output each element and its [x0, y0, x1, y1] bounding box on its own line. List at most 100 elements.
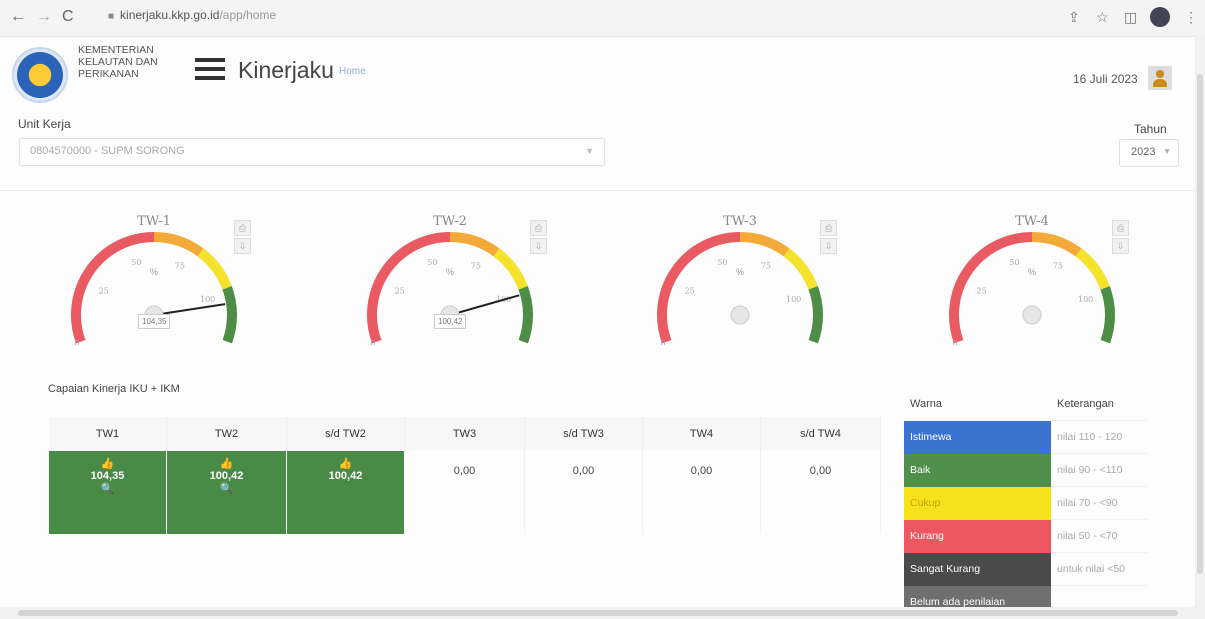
gauge-tick-label: 75	[761, 261, 771, 270]
capaian-header: s/d TW4	[760, 417, 881, 451]
legend-swatch: Cukup	[904, 486, 1051, 520]
gauge-band	[1075, 248, 1110, 290]
gauge-tick-label: 0	[74, 339, 79, 345]
capaian-value: 104,35	[90, 470, 125, 482]
capaian-cell: 0,00	[642, 451, 761, 534]
capaian-table: TW1 TW2 s/d TW2 TW3 s/d TW3 TW4 s/d TW4 👍 104,3…	[49, 417, 881, 534]
gauge-band	[739, 232, 790, 257]
hamburger-menu-icon[interactable]	[195, 58, 225, 85]
legend-swatch: Baik	[904, 453, 1051, 487]
gauge-band	[783, 248, 818, 290]
gauge-title: TW-4	[1015, 214, 1049, 229]
gauge-tick-label: 25	[977, 287, 987, 296]
print-icon[interactable]: ⎙	[1112, 220, 1129, 236]
capaian-value: 100,42	[328, 470, 363, 482]
capaian-header: TW2	[166, 417, 287, 451]
gauge-title: TW-1	[137, 214, 171, 229]
gauge-band	[493, 248, 528, 290]
gauge-tick-label: 25	[99, 287, 109, 296]
tahun-label: Tahun	[1134, 122, 1167, 136]
url-host: kinerjaku.kkp.go.id	[120, 8, 220, 22]
print-icon[interactable]: ⎙	[820, 220, 837, 236]
download-icon[interactable]: ⇩	[820, 238, 837, 254]
gauge-band	[197, 248, 232, 290]
tahun-select[interactable]: 2023 ▼	[1119, 139, 1179, 167]
profile-icon[interactable]	[1150, 7, 1170, 27]
browser-toolbar: ← → C ■ kinerjaku.kkp.go.id/app/home ⇪ ☆ …	[0, 0, 1205, 37]
reload-icon[interactable]: C	[62, 8, 74, 26]
breadcrumb-home[interactable]: Home	[339, 66, 366, 77]
gauge-tick-label: 75	[175, 261, 185, 270]
thumbs-up-icon: 👍	[100, 458, 115, 470]
sidebar-icon[interactable]: ◫	[1124, 9, 1137, 26]
capaian-cell: 👍 100,42 🔍	[166, 451, 287, 534]
gauge-band	[449, 232, 500, 257]
legend-description: nilai 110 - 120	[1051, 420, 1148, 454]
org-line-1: KEMENTERIAN	[78, 44, 154, 56]
gauge-title: TW-2	[433, 214, 467, 229]
gauge-tick-label: 0	[952, 339, 957, 345]
legend-row: Kurang nilai 50 - <70	[904, 519, 1148, 553]
gauge-band	[1031, 232, 1082, 257]
gauge-tick-label: 100	[786, 295, 801, 304]
gauge-4: 0 25 50 75 100% TW-4 ⎙ ⇩	[932, 210, 1132, 345]
org-line-3: PERIKANAN	[78, 68, 139, 80]
share-icon[interactable]: ⇪	[1068, 9, 1080, 26]
star-icon[interactable]: ☆	[1096, 9, 1109, 26]
forward-icon[interactable]: →	[36, 8, 52, 26]
legend-description: nilai 70 - <90	[1051, 486, 1148, 520]
legend-description: nilai 90 - <110	[1051, 453, 1148, 487]
current-date: 16 Juli 2023	[1073, 72, 1138, 86]
gauge-band	[657, 232, 741, 344]
divider	[0, 190, 1195, 191]
search-icon[interactable]: 🔍	[50, 482, 165, 495]
legend-description: untuk nilai <50	[1051, 552, 1148, 586]
download-icon[interactable]: ⇩	[1112, 238, 1129, 254]
download-icon[interactable]: ⇩	[234, 238, 251, 254]
gauge-band	[153, 232, 204, 257]
legend-swatch: Kurang	[904, 519, 1051, 553]
legend-swatch: Sangat Kurang	[904, 552, 1051, 586]
unit-kerja-label: Unit Kerja	[18, 117, 71, 131]
gauge-band	[1100, 286, 1115, 344]
print-icon[interactable]: ⎙	[530, 220, 547, 236]
capaian-value: 100,42	[209, 470, 244, 482]
vertical-scrollbar[interactable]	[1195, 36, 1205, 619]
search-icon[interactable]: 🔍	[168, 482, 285, 495]
gauge-tick-label: 100	[1078, 295, 1093, 304]
horizontal-scrollbar[interactable]	[0, 607, 1195, 619]
menu-dots-icon[interactable]: ⋮	[1184, 9, 1198, 26]
capaian-value: 0,00	[809, 465, 832, 477]
gauge-tick-label: 50	[717, 258, 727, 267]
address-bar[interactable]: ■ kinerjaku.kkp.go.id/app/home	[108, 8, 276, 22]
capaian-cell: 0,00	[760, 451, 881, 534]
gauge-tick-label: 50	[1009, 258, 1019, 267]
lock-icon: ■	[108, 11, 115, 22]
legend-row: Baik nilai 90 - <110	[904, 453, 1148, 487]
print-icon[interactable]: ⎙	[234, 220, 251, 236]
capaian-cell: 0,00	[404, 451, 525, 534]
gauge-title: TW-3	[723, 214, 757, 229]
gauge-value-label: 104,35	[138, 314, 171, 329]
back-icon[interactable]: ←	[10, 8, 26, 26]
gauge-tick-label: 100	[200, 295, 215, 304]
unit-kerja-select[interactable]: 0804570000 - SUPM SORONG ▼	[19, 138, 605, 166]
thumbs-up-icon: 👍	[219, 458, 234, 470]
gauge-tick-label: 0	[660, 339, 665, 345]
user-icon[interactable]	[1148, 66, 1172, 90]
org-name: KEMENTERIAN KELAUTAN DAN PERIKANAN	[78, 44, 158, 80]
tahun-value: 2023	[1131, 146, 1156, 158]
gauge-tick-label: 75	[471, 261, 481, 270]
capaian-title: Capaian Kinerja IKU + IKM	[48, 383, 180, 395]
download-icon[interactable]: ⇩	[530, 238, 547, 254]
gauge-band	[808, 286, 823, 344]
legend-row: Cukup nilai 70 - <90	[904, 486, 1148, 520]
capaian-cell: 👍 104,35 🔍	[49, 451, 167, 534]
gauge-tick-label: 50	[131, 258, 141, 267]
app-title: Kinerjaku	[238, 57, 334, 83]
capaian-value: 0,00	[453, 465, 476, 477]
gauge-tick-label: 0	[370, 339, 375, 345]
capaian-header: TW1	[49, 417, 167, 451]
gauge-unit: %	[736, 267, 744, 277]
gauge-hub	[1022, 305, 1042, 325]
